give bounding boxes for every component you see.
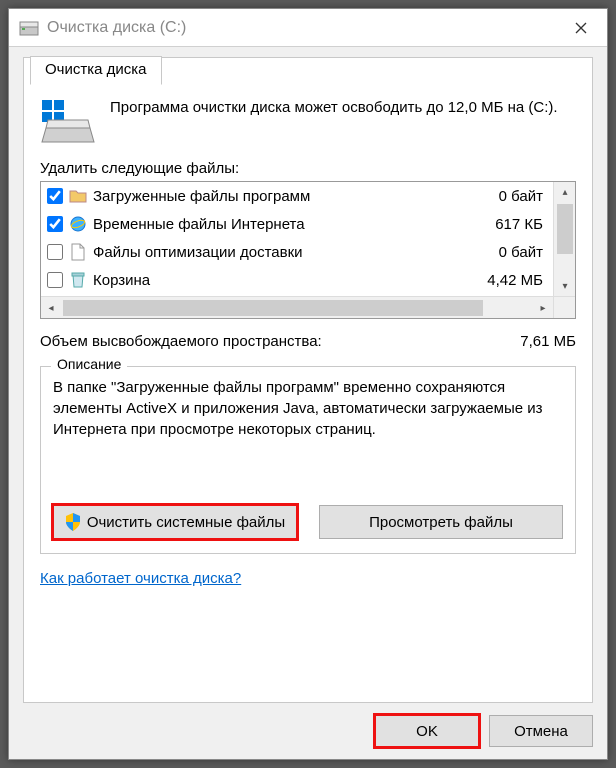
- files-listbox[interactable]: Загруженные файлы программ 0 байт Времен…: [40, 181, 576, 319]
- button-label: Просмотреть файлы: [369, 514, 513, 531]
- tab-panel: Программа очистки диска может освободить…: [24, 88, 592, 702]
- ie-icon: [69, 215, 87, 233]
- file-checkbox[interactable]: [47, 216, 63, 232]
- group-buttons: Очистить системные файлы Просмотреть фай…: [53, 505, 563, 539]
- file-checkbox[interactable]: [47, 272, 63, 288]
- dialog-window: Очистка диска (C:) Очистка диска: [8, 8, 608, 760]
- file-size: 617 КБ: [465, 216, 547, 233]
- horizontal-scrollbar[interactable]: ◂ ▸: [41, 296, 553, 318]
- close-icon: [575, 22, 587, 34]
- intro-text: Программа очистки диска может освободить…: [110, 98, 558, 146]
- description-group: Описание В папке "Загруженные файлы прог…: [40, 366, 576, 554]
- scroll-left-icon[interactable]: ◂: [41, 297, 61, 319]
- file-size: 0 байт: [465, 244, 547, 261]
- cancel-button[interactable]: Отмена: [489, 715, 593, 747]
- shield-icon: [65, 513, 81, 531]
- file-row[interactable]: Загруженные файлы программ 0 байт: [41, 182, 553, 210]
- page-icon: [69, 243, 87, 261]
- scroll-right-icon[interactable]: ▸: [533, 297, 553, 319]
- total-value: 7,61 МБ: [520, 333, 576, 350]
- cleanup-drive-icon: [40, 98, 96, 146]
- vertical-scrollbar[interactable]: ▴ ▾: [553, 182, 575, 296]
- files-rows: Загруженные файлы программ 0 байт Времен…: [41, 182, 553, 296]
- scroll-thumb[interactable]: [557, 204, 573, 254]
- scroll-thumb[interactable]: [63, 300, 483, 316]
- tab-disk-cleanup[interactable]: Очистка диска: [30, 56, 162, 85]
- button-label: Отмена: [514, 723, 568, 740]
- file-checkbox[interactable]: [47, 244, 63, 260]
- file-label: Загруженные файлы программ: [93, 188, 459, 205]
- file-size: 4,42 МБ: [465, 272, 547, 289]
- folder-icon: [69, 187, 87, 205]
- recycle-bin-icon: [69, 271, 87, 289]
- file-size: 0 байт: [465, 188, 547, 205]
- file-label: Корзина: [93, 272, 459, 289]
- scroll-up-icon[interactable]: ▴: [554, 182, 576, 202]
- scroll-down-icon[interactable]: ▾: [554, 276, 576, 296]
- files-list-label: Удалить следующие файлы:: [40, 160, 576, 177]
- drive-icon: [19, 19, 39, 37]
- how-cleanup-works-link[interactable]: Как работает очистка диска?: [40, 570, 241, 587]
- tab-label: Очистка диска: [45, 61, 147, 78]
- scroll-corner: [553, 296, 575, 318]
- dialog-footer: OK Отмена: [375, 715, 593, 747]
- intro-row: Программа очистки диска может освободить…: [40, 98, 576, 146]
- file-label: Файлы оптимизации доставки: [93, 244, 459, 261]
- close-button[interactable]: [561, 13, 601, 43]
- total-label: Объем высвобождаемого пространства:: [40, 333, 322, 350]
- description-text: В папке "Загруженные файлы программ" вре…: [53, 377, 563, 487]
- ok-button[interactable]: OK: [375, 715, 479, 747]
- total-row: Объем высвобождаемого пространства: 7,61…: [40, 333, 576, 350]
- file-row[interactable]: Файлы оптимизации доставки 0 байт: [41, 238, 553, 266]
- file-checkbox[interactable]: [47, 188, 63, 204]
- view-files-button[interactable]: Просмотреть файлы: [319, 505, 563, 539]
- client-area: Очистка диска Программа очистки диска мо…: [23, 57, 593, 703]
- titlebar: Очистка диска (C:): [9, 9, 607, 47]
- clean-system-files-button[interactable]: Очистить системные файлы: [53, 505, 297, 539]
- file-row[interactable]: Временные файлы Интернета 617 КБ: [41, 210, 553, 238]
- button-label: OK: [416, 723, 438, 740]
- description-legend: Описание: [51, 356, 127, 372]
- window-title: Очистка диска (C:): [47, 19, 561, 37]
- button-label: Очистить системные файлы: [87, 514, 285, 531]
- file-row[interactable]: Корзина 4,42 МБ: [41, 266, 553, 294]
- file-label: Временные файлы Интернета: [93, 216, 459, 233]
